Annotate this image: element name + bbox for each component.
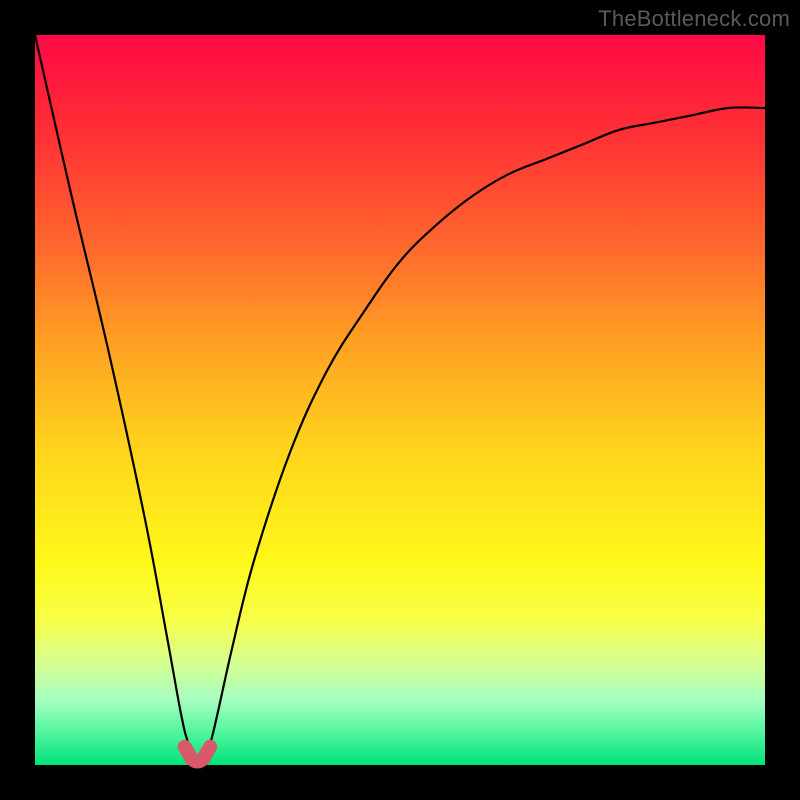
plot-background xyxy=(35,35,765,765)
bottleneck-chart xyxy=(0,0,800,800)
chart-frame: TheBottleneck.com xyxy=(0,0,800,800)
attribution-text: TheBottleneck.com xyxy=(598,6,790,32)
